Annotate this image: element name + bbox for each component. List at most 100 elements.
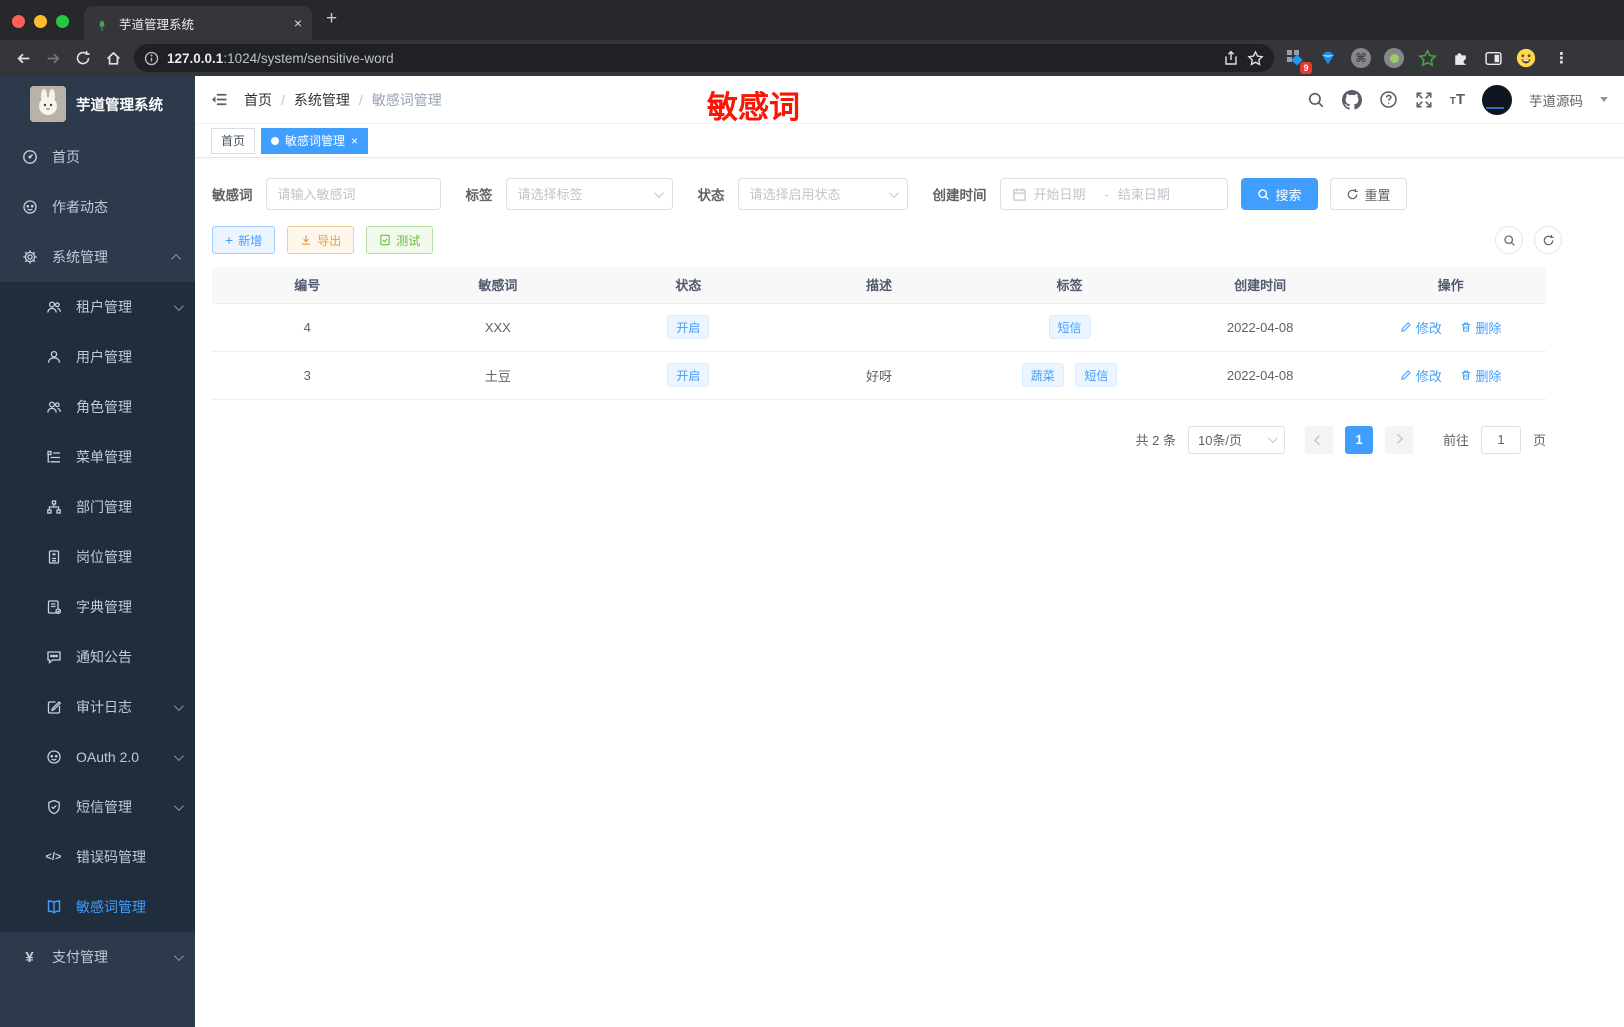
close-window-button[interactable] — [12, 15, 25, 28]
chevron-down-icon — [888, 187, 899, 198]
status-select[interactable] — [737, 178, 908, 210]
page-size-select[interactable]: 10条/页 — [1187, 425, 1285, 454]
sidebar-item-payment[interactable]: ¥ 支付管理 — [0, 932, 195, 982]
sidebar-item-sms[interactable]: 短信管理 — [0, 782, 195, 832]
sidebar-item-system[interactable]: 系统管理 — [0, 232, 195, 282]
tag-badge: 短信 — [1075, 363, 1118, 387]
font-size-icon[interactable]: TT — [1450, 91, 1465, 108]
sidebar-item-user[interactable]: 用户管理 — [0, 332, 195, 382]
sidebar-logo[interactable]: 芋道管理系统 — [0, 76, 195, 132]
table-header-row: 编号 敏感词 状态 描述 标签 创建时间 操作 — [212, 267, 1546, 303]
export-button[interactable]: 导出 — [287, 226, 355, 254]
test-button[interactable]: 测试 — [366, 226, 434, 254]
home-icon[interactable] — [98, 44, 128, 72]
back-icon[interactable] — [8, 44, 38, 72]
macos-traffic-lights[interactable] — [12, 15, 69, 28]
column-header-status: 状态 — [593, 267, 784, 303]
edit-link[interactable]: 修改 — [1400, 318, 1442, 337]
add-button[interactable]: + 新增 — [212, 226, 276, 254]
sidebar-item-sensitive-word[interactable]: 敏感词管理 — [0, 882, 195, 932]
sidebar-item-home[interactable]: 首页 — [0, 132, 195, 182]
show-search-icon-button[interactable] — [1495, 226, 1523, 254]
breadcrumb-home[interactable]: 首页 — [244, 90, 272, 110]
breadcrumb: 首页 / 系统管理 / 敏感词管理 — [244, 90, 442, 110]
prev-page-button[interactable] — [1304, 425, 1333, 454]
tab-close-icon[interactable]: × — [294, 15, 302, 31]
refresh-icon-button[interactable] — [1534, 226, 1562, 254]
sidebar-item-tenant[interactable]: 租户管理 — [0, 282, 195, 332]
split-view-icon[interactable] — [1482, 47, 1504, 69]
chat-icon — [21, 199, 38, 215]
new-tab-button[interactable]: + — [326, 9, 337, 28]
breadcrumb-system[interactable]: 系统管理 — [294, 90, 350, 110]
extension-gem-icon[interactable] — [1317, 47, 1339, 69]
forward-icon[interactable] — [38, 44, 68, 72]
bookmark-star-icon[interactable] — [1247, 49, 1264, 67]
date-range-picker[interactable]: - — [999, 178, 1228, 210]
sidebar-item-error-code[interactable]: </> 错误码管理 — [0, 832, 195, 882]
delete-link[interactable]: 删除 — [1460, 318, 1502, 337]
share-icon[interactable] — [1223, 50, 1239, 66]
sidebar-item-oauth[interactable]: OAuth 2.0 — [0, 732, 195, 782]
delete-link[interactable]: 删除 — [1460, 366, 1502, 385]
status-select-input[interactable] — [749, 186, 882, 202]
chevron-left-icon — [1314, 435, 1325, 446]
start-date-input[interactable] — [1033, 186, 1096, 202]
user-menu-caret-icon[interactable] — [1600, 97, 1608, 106]
reset-button[interactable]: 重置 — [1329, 178, 1407, 210]
page-content: 敏感词 标签 状态 创建时间 - — [195, 158, 1624, 454]
cell-id: 4 — [212, 302, 403, 352]
extension-command-icon[interactable]: ⌘ — [1350, 47, 1372, 69]
sidebar-item-dictionary[interactable]: 字典管理 — [0, 582, 195, 632]
sidebar-item-department[interactable]: 部门管理 — [0, 482, 195, 532]
zoom-window-button[interactable] — [56, 15, 69, 28]
minimize-window-button[interactable] — [34, 15, 47, 28]
site-info-icon[interactable] — [144, 51, 159, 66]
tag-select-input[interactable] — [517, 186, 647, 202]
chevron-down-icon — [173, 950, 184, 961]
extension-record-icon[interactable] — [1383, 47, 1405, 69]
fullscreen-icon[interactable] — [1415, 91, 1433, 109]
username[interactable]: 芋道源码 — [1529, 90, 1583, 110]
edit-link[interactable]: 修改 — [1400, 366, 1442, 385]
tab-close-icon[interactable]: × — [351, 134, 358, 148]
cell-word: XXX — [402, 302, 594, 352]
sidebar: 芋道管理系统 首页 作者动态 系统管理 租户管理 用户管理 角色管理 菜单管理 … — [0, 76, 195, 1027]
extensions-area: 9 ⌘ ⋮ — [1284, 47, 1569, 74]
tab-sensitive-word[interactable]: 敏感词管理 × — [261, 127, 369, 154]
search-icon[interactable] — [1307, 91, 1325, 109]
tab-home[interactable]: 首页 — [211, 127, 256, 154]
goto-page-input[interactable] — [1480, 425, 1521, 454]
table-row: 4 XXX 开启 短信 2022-04-08 修改 删除 — [212, 302, 1546, 352]
search-button[interactable]: 搜索 — [1240, 178, 1318, 210]
profile-emoji-avatar[interactable] — [1515, 47, 1537, 69]
github-icon[interactable] — [1341, 89, 1362, 110]
sidebar-item-announcement[interactable]: 通知公告 — [0, 632, 195, 682]
sidebar-item-author-news[interactable]: 作者动态 — [0, 182, 195, 232]
extension-grid-icon[interactable]: 9 — [1284, 47, 1312, 74]
tag-select[interactable] — [505, 178, 673, 210]
reload-icon[interactable] — [68, 44, 98, 72]
keyword-input-wrap — [265, 178, 441, 210]
next-page-button[interactable] — [1384, 425, 1413, 454]
sidebar-fold-icon[interactable] — [211, 91, 228, 108]
help-icon[interactable] — [1379, 90, 1398, 109]
browser-tab[interactable]: 芋道管理系统 × — [84, 6, 312, 40]
page-number-button[interactable]: 1 — [1344, 425, 1373, 454]
keyword-input[interactable] — [277, 186, 429, 202]
sidebar-item-menu[interactable]: 菜单管理 — [0, 432, 195, 482]
extensions-puzzle-icon[interactable] — [1449, 47, 1471, 69]
announcement-icon — [45, 649, 62, 665]
end-date-input[interactable] — [1117, 186, 1180, 202]
date-separator: - — [1104, 186, 1109, 202]
column-header-tags: 标签 — [974, 267, 1165, 303]
cell-description — [783, 302, 975, 352]
url-text[interactable]: 127.0.0.1:1024/system/sensitive-word — [167, 51, 1215, 66]
browser-menu-icon[interactable]: ⋮ — [1554, 49, 1569, 67]
extension-green-star-icon[interactable] — [1416, 47, 1438, 69]
avatar[interactable] — [1482, 84, 1512, 115]
sidebar-item-post[interactable]: 岗位管理 — [0, 532, 195, 582]
address-bar[interactable]: 127.0.0.1:1024/system/sensitive-word — [134, 44, 1274, 72]
sidebar-item-role[interactable]: 角色管理 — [0, 382, 195, 432]
sidebar-item-audit-log[interactable]: 审计日志 — [0, 682, 195, 732]
